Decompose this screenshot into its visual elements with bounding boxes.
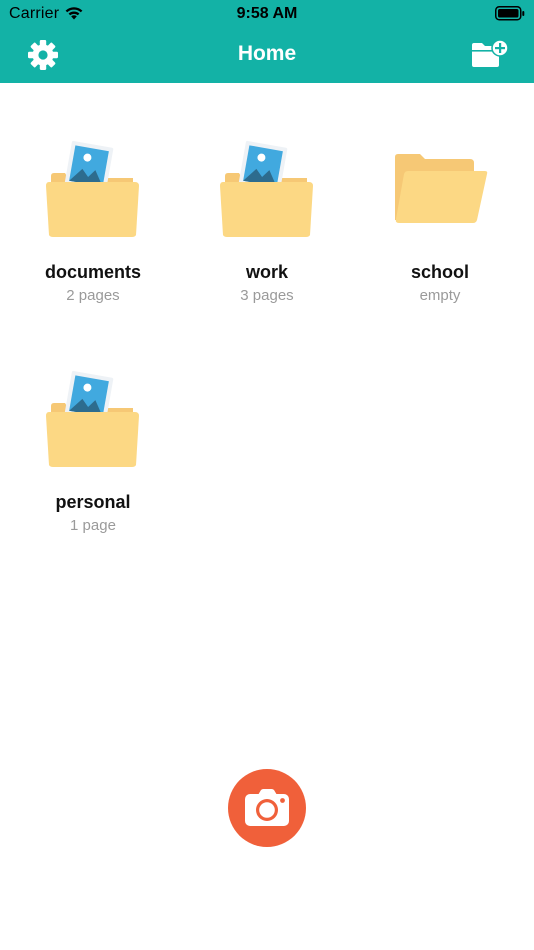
folder-item-documents[interactable]: documents 2 pages [13, 140, 173, 340]
folder-name: school [410, 262, 469, 282]
folder-with-photo-icon [43, 140, 143, 240]
folder-page-count: 1 page [70, 517, 116, 534]
app-header: Carrier 9:58 AM Home [0, 0, 534, 83]
folder-name: work [245, 262, 288, 282]
status-bar: Carrier 9:58 AM [0, 0, 534, 28]
folder-name: personal [55, 492, 131, 512]
new-folder-icon [472, 39, 509, 67]
status-time: 9:58 AM [236, 5, 298, 22]
folder-page-count: empty [419, 287, 461, 304]
folder-item-work[interactable]: work 3 pages [187, 140, 347, 340]
camera-button[interactable] [228, 769, 306, 847]
battery-icon [495, 6, 525, 26]
folder-page-count: 2 pages [66, 287, 120, 304]
new-folder-button[interactable] [470, 39, 510, 69]
folder-item-school[interactable]: school empty [360, 140, 520, 340]
folder-page-count: 3 pages [240, 287, 294, 304]
camera-icon [245, 789, 289, 826]
page-title: Home [237, 42, 297, 65]
folder-with-photo-icon [217, 140, 317, 240]
folder-name: documents [44, 262, 141, 282]
folder-item-personal[interactable]: personal 1 page [13, 370, 173, 570]
open-folder-icon [390, 140, 490, 240]
folder-with-photo-icon [43, 370, 143, 470]
